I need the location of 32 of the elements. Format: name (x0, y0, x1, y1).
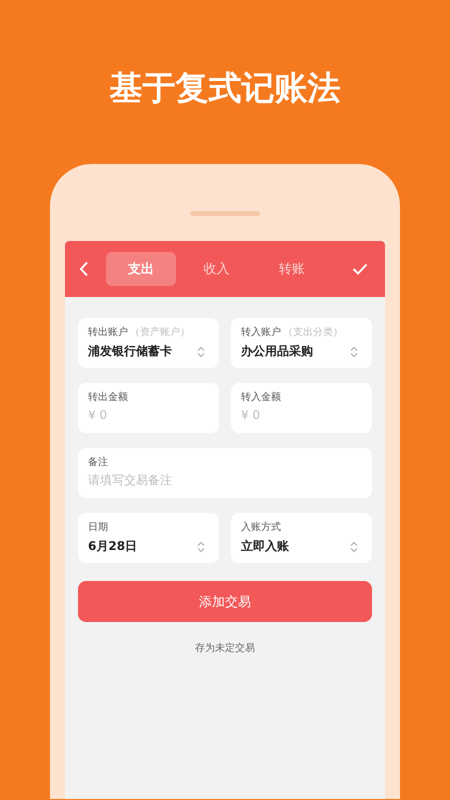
up-down-chevron-icon (350, 540, 358, 552)
up-down-chevron-icon (197, 346, 205, 358)
select-field[interactable]: 入账方式 立即入账 (231, 513, 372, 563)
field-hint: （支出分类） (283, 326, 343, 339)
field-value: 立即入账 (241, 538, 289, 555)
input-field[interactable]: 备注 请填写交易备注 (78, 448, 372, 498)
field-value: 办公用品采购 (241, 343, 313, 360)
up-down-chevron-icon (197, 540, 205, 552)
speaker-slot (190, 211, 260, 216)
input-field[interactable]: 转出金额 ¥ 0 (78, 383, 219, 433)
select-field[interactable]: 转出账户 （资产账户） 浦发银行储蓄卡 (78, 318, 219, 368)
field-hint: （资产账户） (130, 326, 190, 339)
save-pending-link[interactable]: 存为未定交易 (195, 641, 255, 655)
field-label: 转入金额 (241, 390, 281, 404)
headline: 基于复式记账法 (108, 67, 342, 109)
input-field[interactable]: 请填写交易备注 (88, 473, 358, 487)
field-label: 入账方式 (241, 520, 281, 534)
field-value: 6月28日 (88, 538, 138, 555)
field-label: 转入账户 (241, 326, 281, 339)
select-field[interactable]: 日期 6月28日 (78, 513, 219, 563)
up-down-chevron-icon (350, 346, 358, 358)
field-label: 备注 (88, 456, 108, 469)
check-icon[interactable] (352, 263, 368, 275)
field-label: 转出账户 (88, 326, 128, 339)
select-field[interactable]: 转入账户 （支出分类） 办公用品采购 (231, 318, 372, 368)
input-field[interactable]: ¥ 0 (241, 408, 358, 422)
input-field[interactable]: ¥ 0 (88, 408, 205, 422)
field-value: 浦发银行储蓄卡 (88, 343, 172, 360)
back-icon[interactable] (79, 261, 89, 277)
input-field[interactable]: 转入金额 ¥ 0 (231, 383, 372, 433)
field-label: 日期 (88, 520, 108, 534)
field-label: 转出金额 (88, 390, 128, 404)
